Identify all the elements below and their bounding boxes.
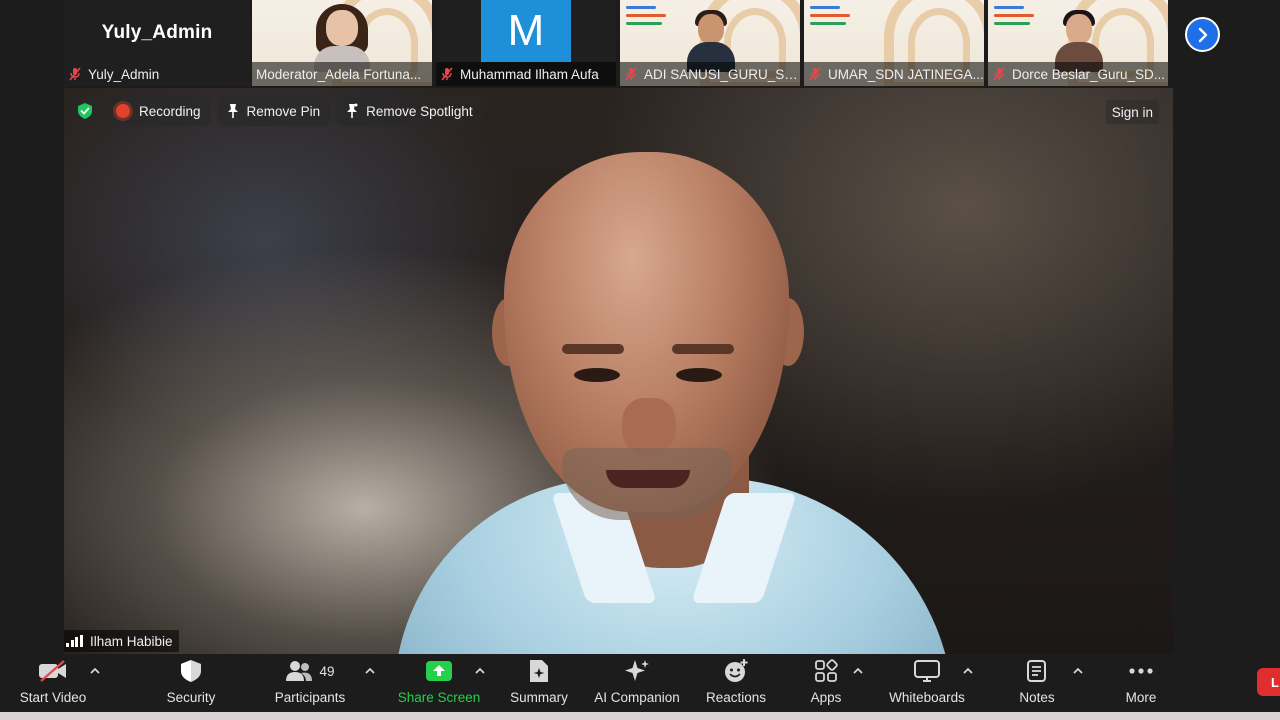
reactions-icon <box>725 659 748 682</box>
apps-options-caret-icon[interactable] <box>852 666 864 676</box>
ai-companion-button[interactable]: AI Companion <box>588 654 686 712</box>
notes-icon <box>1027 660 1046 682</box>
zoom-meeting-window: Yuly_Admin Yuly_Admin Moderator_Adela Fo… <box>0 0 1280 720</box>
reactions-label: Reactions <box>705 690 767 705</box>
recording-indicator[interactable]: Recording <box>106 96 211 126</box>
remove-spotlight-label: Remove Spotlight <box>366 103 473 119</box>
bottom-edge <box>0 712 1280 720</box>
security-button[interactable]: Security <box>156 654 226 712</box>
remove-pin-label: Remove Pin <box>246 103 321 119</box>
reactions-button[interactable]: Reactions <box>700 654 772 712</box>
summary-button[interactable]: Summary <box>504 654 574 712</box>
participant-name: Moderator_Adela Fortuna... <box>256 66 422 82</box>
participant-display-name: Yuly_Admin <box>101 22 213 43</box>
spotlight-icon <box>347 103 358 118</box>
notes-label: Notes <box>1019 690 1055 705</box>
participants-count: 49 <box>319 663 335 679</box>
participant-name: Dorce Beslar_Guru_SD... <box>1012 66 1166 82</box>
participant-tile[interactable]: M Muhammad Ilham Aufa <box>436 0 616 86</box>
recording-label: Recording <box>139 103 201 119</box>
connection-signal-icon <box>66 635 84 647</box>
apps-label: Apps <box>810 690 842 705</box>
whiteboards-button[interactable]: Whiteboards <box>884 654 970 712</box>
security-label: Security <box>166 690 216 705</box>
participant-gallery: Yuly_Admin Yuly_Admin Moderator_Adela Fo… <box>0 0 1280 88</box>
remove-pin-button[interactable]: Remove Pin <box>216 96 331 126</box>
video-off-icon <box>39 660 66 682</box>
more-label: More <box>1125 690 1157 705</box>
participant-name-bar: Yuly_Admin <box>64 62 250 86</box>
more-dots-icon <box>1129 668 1153 674</box>
leave-meeting-button[interactable]: L <box>1257 668 1280 696</box>
whiteboard-icon <box>914 660 940 682</box>
participant-name: ADI SANUSI_GURU_SD... <box>644 66 800 82</box>
participant-tile[interactable]: ADI SANUSI_GURU_SD... <box>620 0 800 86</box>
summary-icon <box>530 660 548 682</box>
mic-muted-icon <box>992 67 1006 81</box>
participant-tile[interactable]: Yuly_Admin Yuly_Admin <box>64 0 250 86</box>
start-video-button[interactable]: Start Video <box>10 654 96 712</box>
speaker-image <box>354 148 994 654</box>
whiteboards-options-caret-icon[interactable] <box>962 666 974 676</box>
encryption-shield-icon[interactable] <box>72 98 98 124</box>
mic-muted-icon <box>624 67 638 81</box>
active-speaker-video <box>64 88 1173 654</box>
next-page-button[interactable] <box>1185 17 1220 52</box>
participants-icon <box>286 661 313 681</box>
recording-dot-icon <box>116 104 130 118</box>
start-video-label: Start Video <box>19 690 87 705</box>
share-screen-icon <box>426 661 452 681</box>
notes-options-caret-icon[interactable] <box>1072 666 1084 676</box>
speaker-name-tag: Ilham Habibie <box>64 630 179 652</box>
mic-muted-icon <box>68 67 82 81</box>
share-screen-button[interactable]: Share Screen <box>396 654 482 712</box>
mic-muted-icon <box>440 67 454 81</box>
meeting-top-bar: Recording Remove Pin Remove Spotlight Si… <box>64 88 1173 134</box>
participant-tile[interactable]: Moderator_Adela Fortuna... <box>252 0 432 86</box>
more-button[interactable]: More <box>1114 654 1168 712</box>
meeting-controls-toolbar: Start Video Security 49 Participants Sha… <box>0 654 1280 712</box>
apps-icon <box>815 659 838 682</box>
remove-spotlight-button[interactable]: Remove Spotlight <box>336 96 483 126</box>
participant-name-bar: ADI SANUSI_GURU_SD... <box>620 62 800 86</box>
summary-label: Summary <box>510 690 568 705</box>
speaker-name: Ilham Habibie <box>90 633 173 649</box>
chevron-right-icon <box>1198 27 1207 42</box>
participants-button[interactable]: 49 Participants <box>270 654 350 712</box>
participant-name-bar: Moderator_Adela Fortuna... <box>252 62 432 86</box>
participant-name-bar: UMAR_SDN JATINEGA... <box>804 62 984 86</box>
pin-icon <box>227 104 238 118</box>
participant-tile[interactable]: Dorce Beslar_Guru_SD... <box>988 0 1168 86</box>
share-screen-label: Share Screen <box>397 690 481 705</box>
participant-name: Muhammad Ilham Aufa <box>460 66 599 82</box>
ai-sparkle-icon <box>625 660 649 681</box>
participants-options-caret-icon[interactable] <box>364 666 376 676</box>
avatar: M <box>481 0 571 62</box>
participants-label: Participants <box>274 690 346 705</box>
whiteboards-label: Whiteboards <box>889 690 965 705</box>
participant-tile[interactable]: UMAR_SDN JATINEGA... <box>804 0 984 86</box>
participant-name-bar: Dorce Beslar_Guru_SD... <box>988 62 1168 86</box>
shield-icon <box>181 660 201 682</box>
ai-companion-label: AI Companion <box>594 690 680 705</box>
video-options-caret-icon[interactable] <box>89 666 101 676</box>
participant-name: UMAR_SDN JATINEGA... <box>828 66 984 82</box>
participant-name-bar: Muhammad Ilham Aufa <box>436 62 616 86</box>
apps-button[interactable]: Apps <box>800 654 852 712</box>
share-options-caret-icon[interactable] <box>474 666 486 676</box>
notes-button[interactable]: Notes <box>1010 654 1064 712</box>
participant-name: Yuly_Admin <box>88 66 160 82</box>
sign-in-button[interactable]: Sign in <box>1105 100 1159 124</box>
mic-muted-icon <box>808 67 822 81</box>
